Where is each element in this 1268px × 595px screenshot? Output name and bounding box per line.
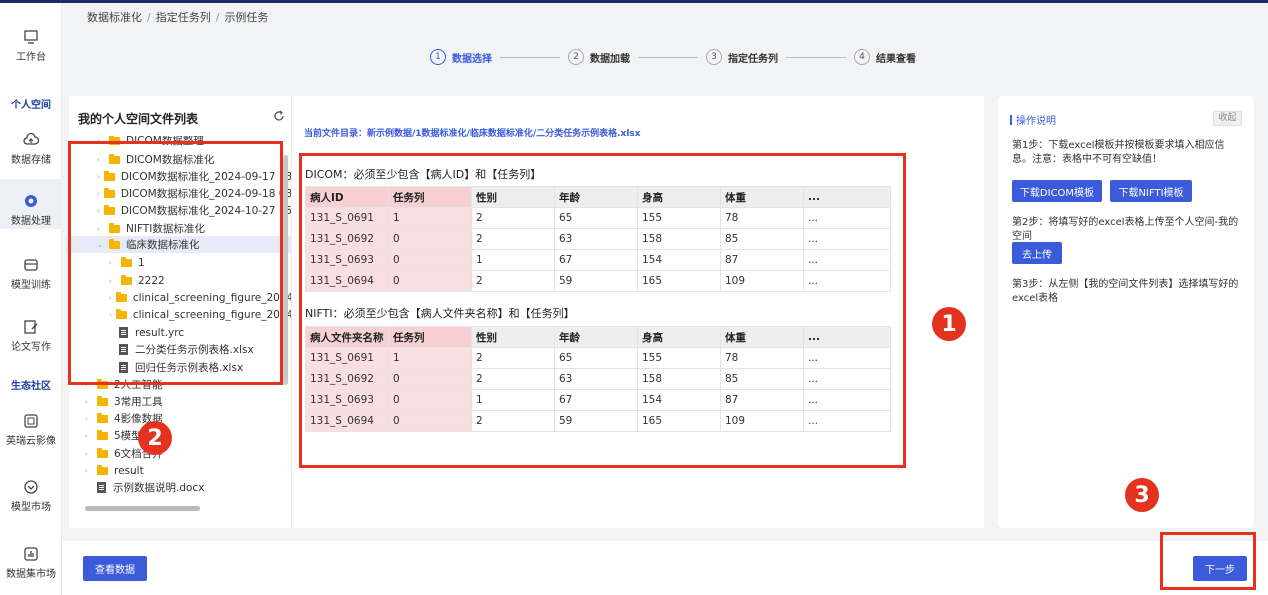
file-icon xyxy=(97,482,106,493)
cloud-upload-icon xyxy=(23,132,39,145)
step-divider xyxy=(786,56,846,58)
file-list-title: 我的个人空间文件列表 xyxy=(78,112,199,126)
instructions-panel: 操作说明 收起 第1步：下载excel模板并按模板要求填入相应信息。注意：表格中… xyxy=(998,96,1254,528)
monitor-icon xyxy=(24,30,38,44)
download-nifti-template-button[interactable]: 下载NIFTI模板 xyxy=(1110,180,1192,202)
caret-icon[interactable]: › xyxy=(85,432,93,440)
tree-folder-item[interactable]: › 3常用工具 xyxy=(69,393,291,410)
folder-icon xyxy=(97,412,108,423)
nav-section-community: 生态社区 xyxy=(11,381,51,392)
nav-dataset-market[interactable]: 数据集市场 xyxy=(0,546,62,580)
breadcrumb-item[interactable]: 指定任务列 xyxy=(156,11,211,24)
nav-section-personal: 个人空间 xyxy=(11,100,51,111)
tree-item-label: 示例数据说明.docx xyxy=(113,482,205,494)
annotation-badge-2: 2 xyxy=(138,421,172,455)
nav-storage[interactable]: 数据存储 xyxy=(0,132,62,166)
model-market-icon xyxy=(24,480,38,494)
step-4: 4 结果查看 xyxy=(854,49,916,65)
tree-folder-item[interactable]: › result xyxy=(69,462,291,479)
file-tree-hscroll[interactable] xyxy=(85,506,200,511)
view-data-button[interactable]: 查看数据 xyxy=(83,556,147,581)
tree-file-item[interactable]: 示例数据说明.docx xyxy=(69,479,291,496)
nav-processing[interactable]: 数据处理 xyxy=(0,179,62,229)
nav-imaging[interactable]: 英瑞云影像 xyxy=(0,413,62,447)
tree-item-label: result xyxy=(114,464,144,477)
breadcrumb-item[interactable]: 数据标准化 xyxy=(87,11,142,24)
nav-model-market[interactable]: 模型市场 xyxy=(0,479,62,513)
step-3: 3 指定任务列 xyxy=(706,49,778,65)
annotation-box-file-list xyxy=(68,141,283,385)
caret-icon[interactable]: › xyxy=(85,450,93,458)
collapse-button[interactable]: 收起 xyxy=(1213,111,1242,126)
instruction-step-3: 第3步：从左侧【我的空间文件列表】选择填写好的excel表格 xyxy=(1012,279,1239,304)
edit-document-icon xyxy=(24,320,38,334)
current-directory: 当前文件目录：新示例数据/1数据标准化/临床数据标准化/二分类任务示例表格.xl… xyxy=(304,129,641,139)
refresh-icon[interactable] xyxy=(273,110,285,122)
folder-icon xyxy=(97,395,108,406)
annotation-badge-1: 1 xyxy=(932,307,966,341)
caret-icon[interactable]: › xyxy=(85,415,93,423)
tree-folder-item[interactable]: › 6文档合并 xyxy=(69,445,291,462)
step-indicator: 1 数据选择 2 数据加载 3 指定任务列 4 结果查看 xyxy=(430,49,916,65)
image-viewer-icon xyxy=(24,414,38,428)
folder-icon xyxy=(97,464,108,475)
model-training-icon xyxy=(24,259,38,271)
annotation-badge-3: 3 xyxy=(1125,478,1159,512)
tree-folder-item[interactable]: › 4影像数据 xyxy=(69,410,291,427)
instruction-step-2: 第2步：将填写好的excel表格上传至个人空间-我的空间 xyxy=(1012,217,1239,242)
vscroll-thumb[interactable] xyxy=(283,155,288,385)
folder-icon xyxy=(97,447,108,458)
data-processing-icon xyxy=(25,195,37,207)
folder-icon xyxy=(97,429,108,440)
left-nav: 工作台 个人空间 数据存储 数据处理 模型训练 论文写作 生态社区 英瑞云影像 … xyxy=(0,3,62,595)
annotation-box-tables xyxy=(299,153,906,468)
instruction-step-1: 第1步：下载excel模板并按模板要求填入相应信息。注意：表格中不可有空缺值！ xyxy=(1012,140,1225,165)
annotation-box-next xyxy=(1160,532,1256,590)
tree-folder-item[interactable]: › 5模型 xyxy=(69,427,291,444)
nav-training[interactable]: 模型训练 xyxy=(0,257,62,291)
nav-writing[interactable]: 论文写作 xyxy=(0,319,62,353)
caret-icon[interactable]: › xyxy=(85,467,93,475)
instructions-title: 操作说明 xyxy=(1010,112,1056,127)
file-tree-vscroll[interactable] xyxy=(283,145,289,500)
footer-bar xyxy=(62,541,1268,595)
caret-icon[interactable]: › xyxy=(85,398,93,406)
breadcrumb: 数据标准化 / 指定任务列 / 示例任务 xyxy=(87,11,269,24)
breadcrumb-item: 示例任务 xyxy=(224,11,269,24)
download-dicom-template-button[interactable]: 下载DICOM模板 xyxy=(1012,180,1102,202)
step-2: 2 数据加载 xyxy=(568,49,630,65)
nav-workbench[interactable]: 工作台 xyxy=(0,29,62,63)
go-upload-button[interactable]: 去上传 xyxy=(1012,242,1062,264)
bar-chart-icon xyxy=(24,547,38,561)
tree-item-label: 3常用工具 xyxy=(114,396,163,408)
top-accent-line xyxy=(0,0,1268,3)
step-1: 1 数据选择 xyxy=(430,49,492,65)
step-divider xyxy=(638,56,698,58)
step-divider xyxy=(500,56,560,58)
